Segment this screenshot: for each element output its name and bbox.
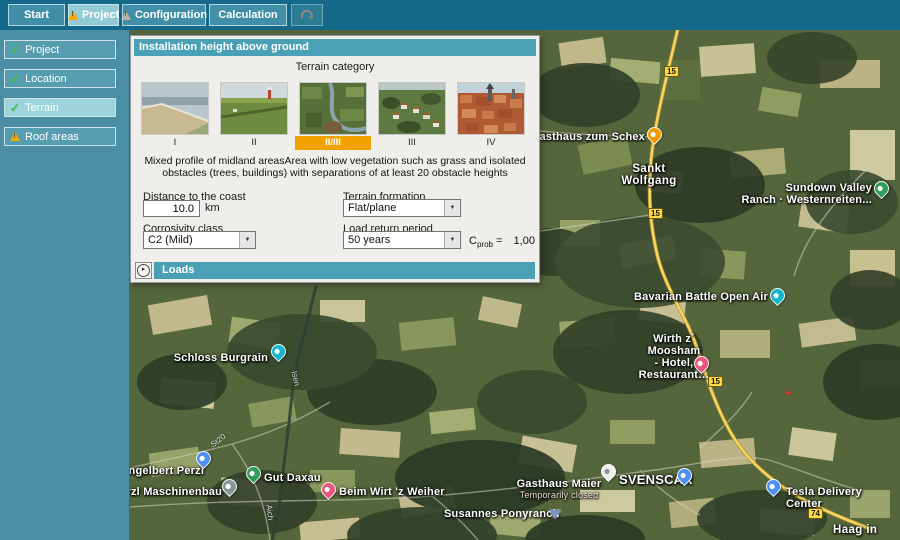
- cprob-symbol: C: [469, 235, 477, 247]
- sidebar-navigation: ✓ Project ✓ Location ✓ Terrain Roof area…: [0, 30, 130, 540]
- check-icon: ✓: [10, 43, 20, 57]
- cprob-value-readout: Cprob = 1,00: [469, 235, 535, 249]
- tab-label: Start: [24, 9, 49, 21]
- terrain-formation-select[interactable]: Flat/plane ▼: [343, 199, 461, 217]
- selected-value: Flat/plane: [344, 202, 444, 214]
- circled-right-arrow-icon: ▸: [137, 264, 150, 277]
- chevron-down-icon[interactable]: ▼: [239, 232, 255, 248]
- road-badge: 74: [808, 508, 823, 519]
- river-valley-photo: [300, 83, 366, 134]
- sidebar-item-terrain[interactable]: ✓ Terrain: [4, 98, 116, 117]
- terrain-photo-category-IV[interactable]: [457, 82, 525, 135]
- warning-icon: [68, 11, 78, 20]
- terrain-category-label: Terrain category: [131, 61, 539, 73]
- sidebar-item-label: Terrain: [25, 102, 59, 114]
- town-label-sankt-wolfgang: Sankt Wolfgang: [609, 163, 689, 187]
- terrain-description-text: Mixed profile of midland areasArea with …: [138, 155, 532, 179]
- terrain-photo-category-I[interactable]: [141, 82, 209, 135]
- category-label-II[interactable]: II: [220, 136, 288, 150]
- tab-label: Calculation: [218, 9, 277, 21]
- chevron-down-icon[interactable]: ▼: [444, 200, 460, 216]
- town-label-haag: Haag in: [833, 524, 877, 536]
- selected-value: 50 years: [344, 234, 444, 246]
- check-icon: ✓: [10, 101, 20, 115]
- sidebar-item-project[interactable]: ✓ Project: [4, 40, 116, 59]
- map-label-bavarian-battle-open-air[interactable]: Bavarian Battle Open Air: [634, 291, 768, 303]
- road-badge: 15: [708, 376, 723, 387]
- terrain-photo-category-II[interactable]: [220, 82, 288, 135]
- sidebar-item-label: Roof areas: [25, 131, 79, 143]
- category-label-IV[interactable]: IV: [457, 136, 525, 150]
- terrain-photo-category-II-III[interactable]: [299, 82, 367, 135]
- poi-title: Gasthaus Maier: [517, 478, 602, 490]
- cprob-subscript: prob: [477, 240, 493, 249]
- sidebar-item-label: Location: [25, 73, 67, 85]
- load-return-period-select[interactable]: 50 years ▼: [343, 231, 461, 249]
- tab-calculation[interactable]: Calculation: [209, 4, 287, 26]
- sidebar-item-label: Project: [25, 44, 59, 56]
- sidebar-item-roof-areas[interactable]: Roof areas: [4, 127, 116, 146]
- equals-sign: =: [496, 235, 502, 247]
- sidebar-item-location[interactable]: ✓ Location: [4, 69, 116, 88]
- tab-project[interactable]: Project: [68, 4, 119, 26]
- city-photo: [458, 83, 524, 134]
- app-window: Sankt Wolfgang Haag in Gasthaus zum Sche…: [0, 0, 900, 540]
- top-toolbar: Start Project Configuration Calculation: [0, 0, 900, 30]
- map-label-gasthaus-zum-schex[interactable]: Gasthaus zum Schex: [531, 131, 645, 143]
- category-label-I[interactable]: I: [141, 136, 209, 150]
- warning-icon: [121, 11, 131, 20]
- tab-label: Project: [82, 9, 119, 21]
- terrain-settings-dialog: Installation height above ground Terrain…: [130, 35, 540, 283]
- road-badge: 15: [664, 66, 679, 77]
- dialog-title: Installation height above ground: [134, 39, 536, 56]
- distance-to-coast-input[interactable]: [143, 200, 200, 217]
- tab-label: Configuration: [135, 9, 207, 21]
- terrain-photo-category-III[interactable]: [378, 82, 446, 135]
- refresh-button[interactable]: [291, 4, 323, 26]
- grassland-photo: [221, 83, 287, 134]
- category-label-III[interactable]: III: [378, 136, 446, 150]
- cprob-value: 1,00: [514, 235, 535, 247]
- road-badge: 15: [648, 208, 663, 219]
- village-photo: [379, 83, 445, 134]
- loads-section-header[interactable]: Loads: [154, 262, 535, 279]
- check-icon: ✓: [10, 72, 20, 86]
- category-label-II-III-selected[interactable]: II/III: [295, 136, 371, 150]
- loads-expand-button[interactable]: ▸: [135, 262, 152, 279]
- map-label-gasthaus-maier[interactable]: Gasthaus Maier Temporarily closed: [505, 466, 613, 512]
- distance-unit-label: km: [205, 202, 220, 214]
- corrosivity-class-select[interactable]: C2 (Mild) ▼: [143, 231, 256, 249]
- selected-value: C2 (Mild): [144, 234, 239, 246]
- map-label-gut-daxau[interactable]: Gut Daxau: [264, 472, 321, 484]
- location-cross-marker: +: [784, 388, 792, 398]
- refresh-icon: [299, 7, 315, 23]
- map-label-beim-wirt-z-weiher[interactable]: Beim Wirt 'z Weiher: [339, 486, 445, 498]
- chevron-down-icon[interactable]: ▼: [444, 232, 460, 248]
- beach-photo: [142, 83, 208, 134]
- map-label-tesla-delivery-center[interactable]: Tesla Delivery Center: [786, 486, 900, 510]
- map-label-engelbert-perzl[interactable]: Engelbert Perzl: [121, 465, 204, 477]
- poi-status-temporarily-closed: Temporarily closed: [505, 490, 613, 500]
- map-label-sundown-valley-ranch[interactable]: Sundown Valley Ranch · Westernreiten...: [741, 182, 872, 206]
- map-label-schloss-burgrain[interactable]: Schloss Burgrain: [174, 352, 268, 364]
- tab-configuration[interactable]: Configuration: [122, 4, 206, 26]
- tab-start[interactable]: Start: [8, 4, 65, 26]
- warning-icon: [10, 132, 20, 141]
